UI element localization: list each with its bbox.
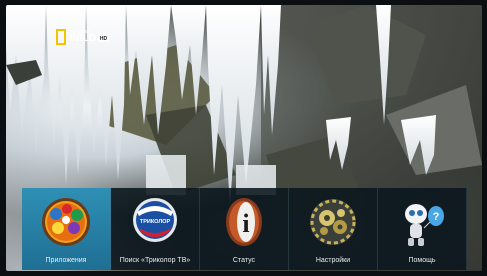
channel-logo: NAT GEO WILD HD [56,29,109,45]
logo-hd-badge: HD [98,35,109,42]
info-glyph: i [242,209,249,238]
gears-settings-icon [310,199,356,245]
menu-tile-help[interactable]: ? Помощь [378,188,467,270]
menu-label-status: Статус [232,257,256,264]
tricolor-search-icon: ТРИКОЛОР [133,198,177,242]
menu-label-apps: Приложения [45,257,87,264]
menu-label-tricolor-search: Поиск «Триколор ТВ» [119,257,191,264]
help-question-glyph: ? [433,211,440,223]
menu-tile-settings[interactable]: Настройки [289,188,378,270]
menu-tile-apps[interactable]: Приложения [22,188,111,270]
menu-label-settings: Настройки [315,257,351,264]
tricolor-wordmark: ТРИКОЛОР [140,219,171,225]
nat-geo-frame-icon [56,29,66,45]
apps-icon [42,198,90,246]
main-menu-bar: Приложения ТРИКОЛОР Поиск «Триколор ТВ» … [22,188,468,270]
menu-tile-tricolor-search[interactable]: ТРИКОЛОР Поиск «Триколор ТВ» [111,188,200,270]
info-status-icon: i [226,198,262,246]
robot-help-icon: ? [405,204,444,246]
menu-tile-status[interactable]: i Статус [200,188,289,270]
menu-label-help: Помощь [408,257,436,264]
logo-main-text: WILD [70,33,97,45]
